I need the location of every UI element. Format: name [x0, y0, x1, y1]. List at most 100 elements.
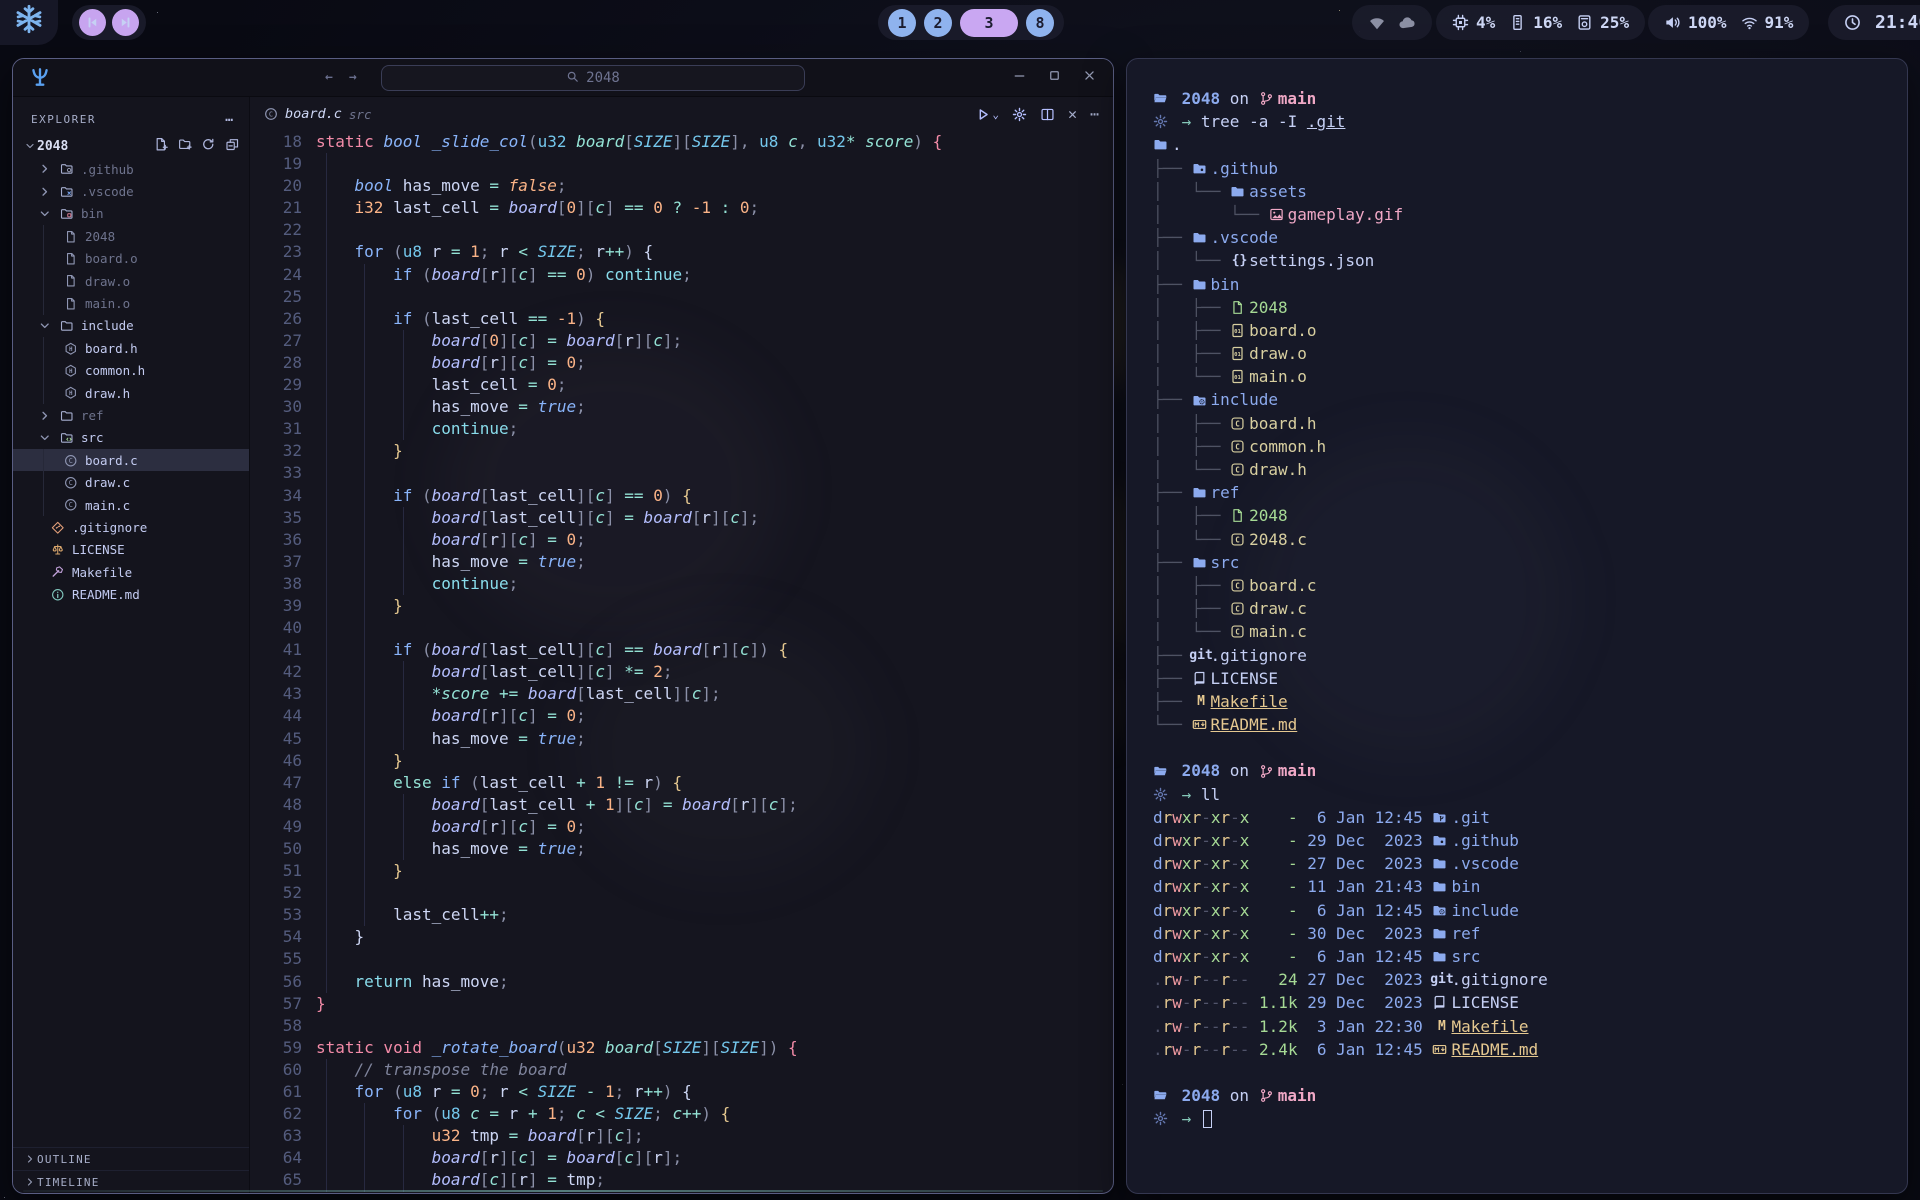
explorer-item-bin[interactable]: bin	[13, 203, 249, 225]
info-circle-icon	[50, 588, 65, 602]
explorer-item-LICENSE[interactable]: LICENSE	[13, 539, 249, 561]
h-hex-icon: H	[63, 364, 78, 378]
kebab-toolbar-button[interactable]: ⋯	[1090, 105, 1099, 123]
code-line-48[interactable]: 48 board[last_cell + 1][c] = board[r][c]…	[250, 794, 1113, 816]
explorer-item-README.md[interactable]: README.md	[13, 583, 249, 605]
code-line-62[interactable]: 62 for (u8 c = r + 1; c < SIZE; c++) {	[250, 1103, 1113, 1125]
code-line-41[interactable]: 41 if (board[last_cell][c] == board[r][c…	[250, 639, 1113, 661]
code-line-49[interactable]: 49 board[r][c] = 0;	[250, 816, 1113, 838]
code-line-21[interactable]: 21 i32 last_cell = board[0][c] == 0 ? -1…	[250, 197, 1113, 219]
code-line-42[interactable]: 42 board[last_cell][c] *= 2;	[250, 661, 1113, 683]
code-line-23[interactable]: 23 for (u8 r = 1; r < SIZE; r++) {	[250, 241, 1113, 263]
code-line-51[interactable]: 51 }	[250, 860, 1113, 882]
new-folder-button[interactable]	[178, 137, 193, 156]
nav-back-icon[interactable]: ←	[325, 66, 333, 86]
code-line-37[interactable]: 37 has_move = true;	[250, 551, 1113, 573]
explorer-item-draw.o[interactable]: draw.o	[13, 270, 249, 292]
explorer-item-2048[interactable]: 2048	[13, 225, 249, 247]
code-line-19[interactable]: 19	[250, 153, 1113, 175]
code-line-44[interactable]: 44 board[r][c] = 0;	[250, 705, 1113, 727]
code-line-40[interactable]: 40	[250, 617, 1113, 639]
code-line-39[interactable]: 39 }	[250, 595, 1113, 617]
code-line-31[interactable]: 31 continue;	[250, 418, 1113, 440]
code-line-45[interactable]: 45 has_move = true;	[250, 728, 1113, 750]
media-prev-button[interactable]	[79, 9, 106, 36]
run-toolbar-button[interactable]	[976, 107, 991, 122]
explorer-item-draw.c[interactable]: Cdraw.c	[13, 471, 249, 493]
nav-forward-icon[interactable]: →	[349, 66, 357, 86]
code-line-46[interactable]: 46 }	[250, 750, 1113, 772]
editor-titlebar[interactable]: ← → 2048	[13, 59, 1113, 97]
code-line-55[interactable]: 55	[250, 948, 1113, 970]
explorer-item-draw.h[interactable]: Hdraw.h	[13, 382, 249, 404]
close-button[interactable]	[1082, 68, 1097, 83]
code-line-61[interactable]: 61 for (u8 r = 0; r < SIZE - 1; r++) {	[250, 1081, 1113, 1103]
code-line-53[interactable]: 53 last_cell++;	[250, 904, 1113, 926]
minimize-button[interactable]	[1012, 68, 1027, 83]
explorer-item-main.c[interactable]: Cmain.c	[13, 494, 249, 516]
code-line-22[interactable]: 22	[250, 219, 1113, 241]
code-line-58[interactable]: 58	[250, 1015, 1113, 1037]
code-line-43[interactable]: 43 *score += board[last_cell][c];	[250, 683, 1113, 705]
code-line-26[interactable]: 26 if (last_cell == -1) {	[250, 308, 1113, 330]
code-line-63[interactable]: 63 u32 tmp = board[r][c];	[250, 1125, 1113, 1147]
code-line-59[interactable]: 59static void _rotate_board(u32 board[SI…	[250, 1037, 1113, 1059]
explorer-item-common.h[interactable]: Hcommon.h	[13, 360, 249, 382]
explorer-menu-icon[interactable]: ⋯	[225, 110, 233, 128]
code-line-29[interactable]: 29 last_cell = 0;	[250, 374, 1113, 396]
code-line-25[interactable]: 25	[250, 286, 1113, 308]
code-line-18[interactable]: 18static bool _slide_col(u32 board[SIZE]…	[250, 131, 1113, 153]
code-line-60[interactable]: 60 // transpose the board	[250, 1059, 1113, 1081]
code-line-24[interactable]: 24 if (board[r][c] == 0) continue;	[250, 264, 1113, 286]
code-line-34[interactable]: 34 if (board[last_cell][c] == 0) {	[250, 485, 1113, 507]
explorer-item-main.o[interactable]: main.o	[13, 292, 249, 314]
explorer-item-board.o[interactable]: board.o	[13, 248, 249, 270]
timeline-section[interactable]: TIMELINE	[13, 1170, 249, 1193]
new-file-button[interactable]	[154, 137, 169, 156]
code-line-50[interactable]: 50 has_move = true;	[250, 838, 1113, 860]
code-line-32[interactable]: 32 }	[250, 440, 1113, 462]
workspace-3[interactable]: 3	[960, 9, 1018, 37]
explorer-item-.vscode[interactable]: .vscode	[13, 180, 249, 202]
workspace-2[interactable]: 2	[924, 9, 952, 37]
split-toolbar-button[interactable]	[1040, 107, 1055, 122]
code-line-28[interactable]: 28 board[r][c] = 0;	[250, 352, 1113, 374]
close-x-toolbar-button[interactable]: ✕	[1068, 105, 1077, 123]
outline-section[interactable]: OUTLINE	[13, 1147, 249, 1170]
code-editor[interactable]: 18static bool _slide_col(u32 board[SIZE]…	[250, 131, 1113, 1193]
code-line-54[interactable]: 54 }	[250, 926, 1113, 948]
explorer-item-board.h[interactable]: Hboard.h	[13, 337, 249, 359]
explorer-item-Makefile[interactable]: Makefile	[13, 561, 249, 583]
tab-board-c[interactable]: C board.c src	[250, 97, 385, 131]
explorer-item-.gitignore[interactable]: .gitignore	[13, 516, 249, 538]
code-line-35[interactable]: 35 board[last_cell][c] = board[r][c];	[250, 507, 1113, 529]
code-line-27[interactable]: 27 board[0][c] = board[r][c];	[250, 330, 1113, 352]
refresh-button[interactable]	[201, 137, 216, 156]
workspace-1[interactable]: 1	[888, 9, 916, 37]
code-line-52[interactable]: 52	[250, 882, 1113, 904]
code-line-57[interactable]: 57}	[250, 993, 1113, 1015]
workspace-8[interactable]: 8	[1026, 9, 1054, 37]
media-next-button[interactable]	[112, 9, 139, 36]
code-line-65[interactable]: 65 board[c][r] = tmp;	[250, 1169, 1113, 1191]
explorer-project-row[interactable]: 2048	[13, 134, 249, 158]
gear-toolbar-button[interactable]	[1012, 107, 1027, 122]
code-line-38[interactable]: 38 continue;	[250, 573, 1113, 595]
code-line-20[interactable]: 20 bool has_move = false;	[250, 175, 1113, 197]
command-center-search[interactable]: 2048	[381, 65, 805, 91]
terminal-body[interactable]: 2048 on main → tree -a -I .git.├── .gith…	[1127, 59, 1907, 1193]
code-line-30[interactable]: 30 has_move = true;	[250, 396, 1113, 418]
code-line-36[interactable]: 36 board[r][c] = 0;	[250, 529, 1113, 551]
collapse-all-button[interactable]	[225, 137, 240, 156]
code-line-64[interactable]: 64 board[r][c] = board[c][r];	[250, 1147, 1113, 1169]
explorer-item-.github[interactable]: .github	[13, 158, 249, 180]
explorer-item-board.c[interactable]: Cboard.c	[13, 449, 249, 471]
maximize-button[interactable]	[1047, 68, 1062, 83]
launcher-button[interactable]	[0, 0, 58, 45]
explorer-item-src[interactable]: src	[13, 427, 249, 449]
explorer-item-include[interactable]: include	[13, 315, 249, 337]
code-line-56[interactable]: 56 return has_move;	[250, 971, 1113, 993]
code-line-33[interactable]: 33	[250, 462, 1113, 484]
code-line-47[interactable]: 47 else if (last_cell + 1 != r) {	[250, 772, 1113, 794]
explorer-item-ref[interactable]: ref	[13, 404, 249, 426]
